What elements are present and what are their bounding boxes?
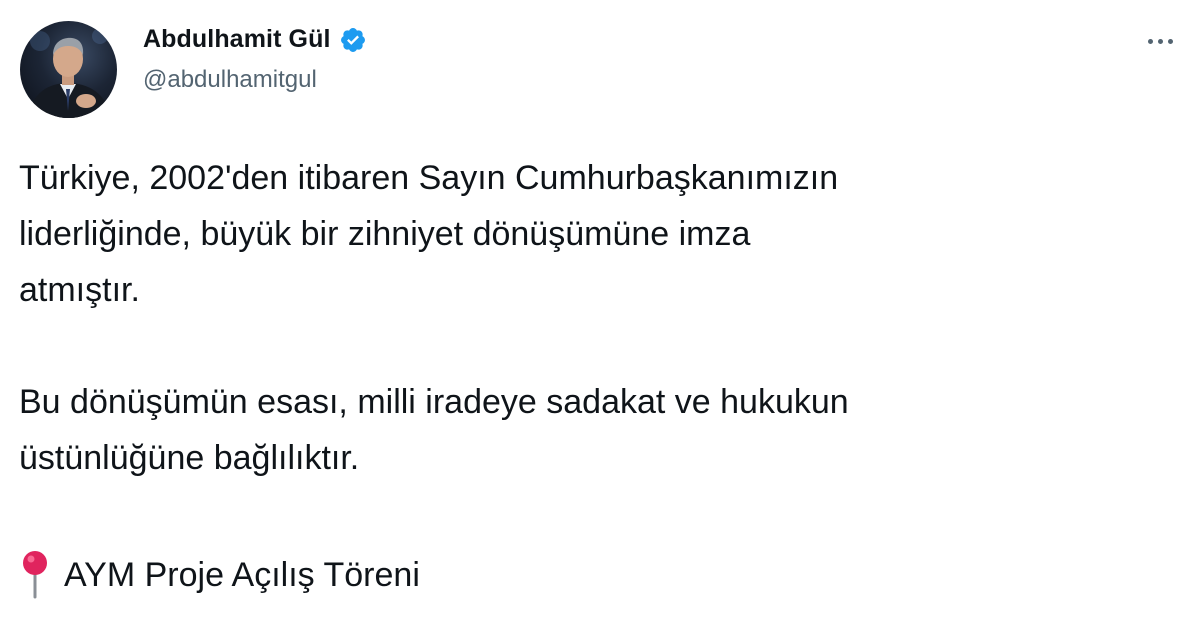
- tweet-card: Abdulhamit Gül @abdulhamitgul Türkiye, 2…: [0, 0, 1200, 617]
- more-dot: [1167, 38, 1173, 44]
- author-display-name[interactable]: Abdulhamit Gül: [143, 25, 331, 54]
- author-avatar[interactable]: [20, 21, 117, 118]
- tweet-line: üstünlüğüne bağlılıktır.: [19, 439, 360, 477]
- author-handle[interactable]: @abdulhamitgul: [143, 66, 317, 94]
- avatar-image: [28, 28, 112, 118]
- more-options-button[interactable]: [1140, 26, 1180, 56]
- tweet-line: Bu dönüşümün esası, milli iradeye sadaka…: [19, 383, 849, 421]
- tweet-paragraph-2: Bu dönüşümün esası, milli iradeye sadaka…: [19, 374, 1169, 486]
- round-pushpin-icon: [18, 547, 52, 603]
- tweet-location-line: AYM Proje Açılış Töreni: [18, 547, 420, 603]
- tweet-line: atmıştır.: [19, 271, 140, 309]
- verified-badge-icon: [339, 26, 367, 54]
- location-text: AYM Proje Açılış Töreni: [64, 556, 420, 594]
- tweet-paragraph-1: Türkiye, 2002'den itibaren Sayın Cumhurb…: [19, 150, 1169, 318]
- tweet-body: Türkiye, 2002'den itibaren Sayın Cumhurb…: [19, 150, 1169, 486]
- tweet-line: liderliğinde, büyük bir zihniyet dönüşüm…: [19, 215, 751, 253]
- more-horizontal-icon: [1147, 38, 1153, 44]
- more-dot: [1157, 38, 1163, 44]
- author-name-row: Abdulhamit Gül: [143, 25, 367, 54]
- tweet-line: Türkiye, 2002'den itibaren Sayın Cumhurb…: [19, 159, 839, 197]
